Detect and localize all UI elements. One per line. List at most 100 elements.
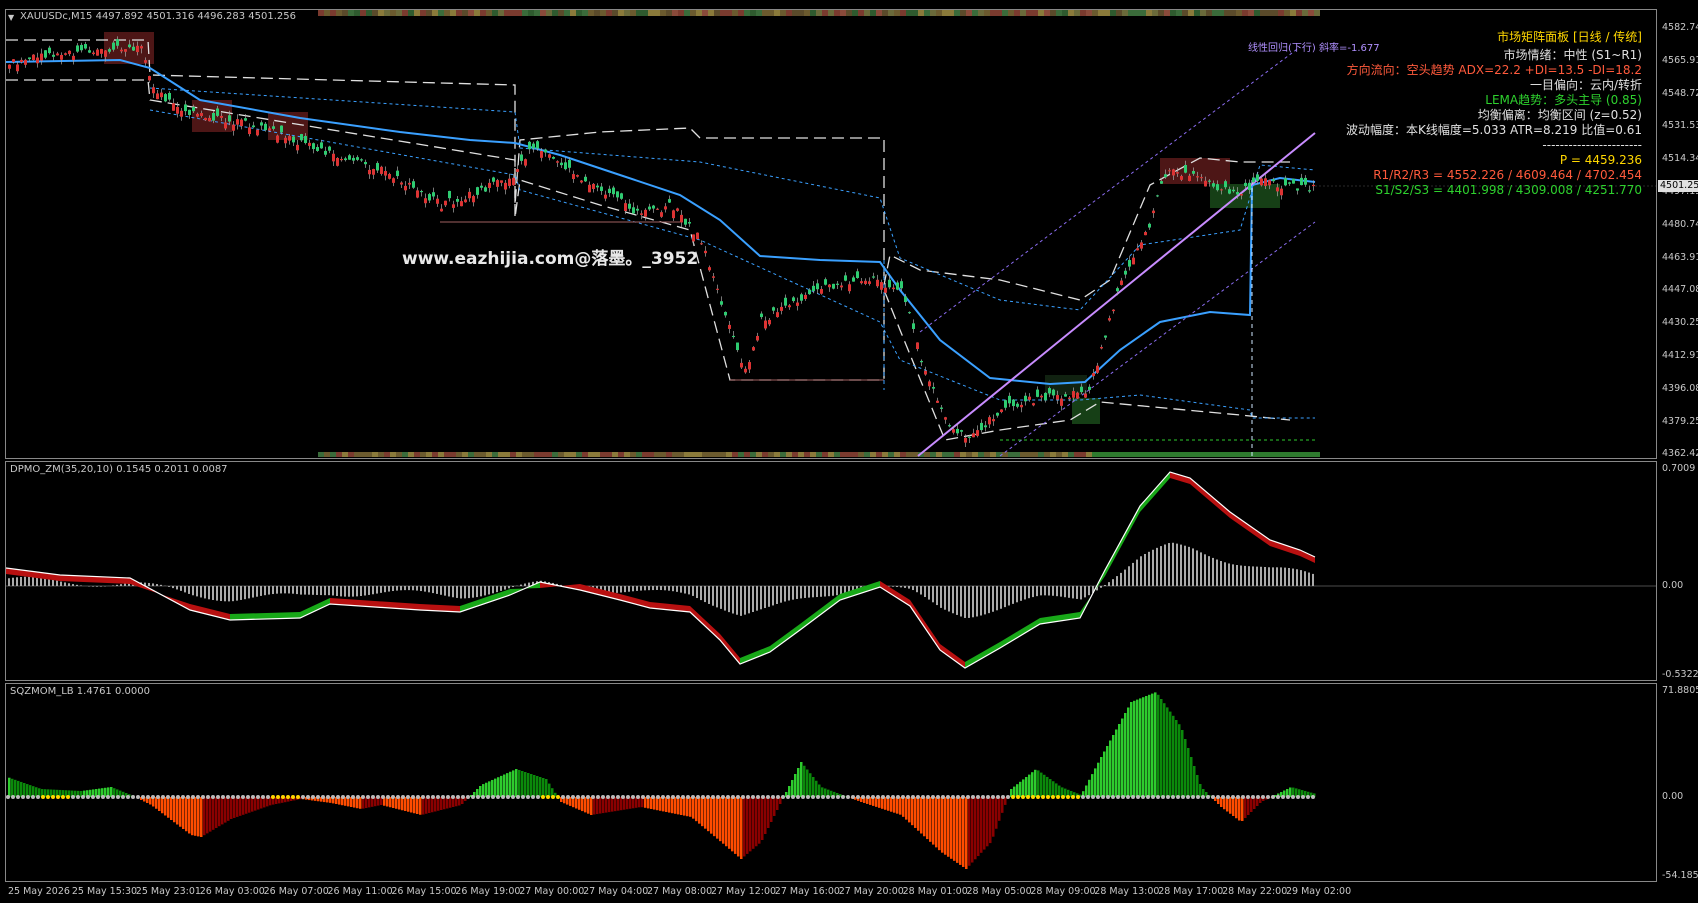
squeeze-dot xyxy=(536,795,540,799)
candle xyxy=(1144,232,1147,236)
sqz-bar xyxy=(602,797,605,814)
time-tick: 28 May 17:00 xyxy=(1158,886,1224,897)
sqz-bar xyxy=(674,797,677,814)
heat-strip-top xyxy=(564,10,570,16)
squeeze-dot xyxy=(961,795,965,799)
sqz-bar xyxy=(704,797,707,829)
candle xyxy=(568,159,571,168)
symbol-dropdown-icon[interactable]: ▼ xyxy=(8,13,14,22)
sqz-bar xyxy=(1157,694,1160,797)
candle xyxy=(900,281,903,289)
candle xyxy=(708,267,711,271)
dpmo-histogram-bar xyxy=(816,586,818,598)
candle xyxy=(788,305,791,308)
heat-strip-top xyxy=(1062,10,1068,16)
squeeze-dot xyxy=(781,795,785,799)
heat-strip-bottom xyxy=(1158,452,1164,457)
dpmo-histogram-bar xyxy=(188,586,190,594)
candle xyxy=(264,123,267,131)
heat-strip-bottom xyxy=(786,452,792,457)
squeeze-dot xyxy=(566,795,570,799)
sqz-bar xyxy=(620,797,623,811)
dpmo-histogram-bar xyxy=(1072,586,1074,599)
candle xyxy=(656,208,659,210)
squeeze-dot xyxy=(996,795,1000,799)
heat-strip-top xyxy=(498,10,504,16)
heat-strip-top xyxy=(1290,10,1296,16)
heat-strip-top xyxy=(1104,10,1110,16)
price-tick: 4565.910 xyxy=(1662,54,1698,66)
candle xyxy=(420,190,423,193)
squeeze-dot xyxy=(1166,795,1170,799)
sqz-bar xyxy=(770,797,773,822)
squeeze-dot xyxy=(196,795,200,799)
candle xyxy=(604,194,607,199)
squeeze-dot xyxy=(216,795,220,799)
candle xyxy=(932,387,935,389)
sqz-bar xyxy=(956,797,959,863)
squeeze-dot xyxy=(466,795,470,799)
sqz-bar xyxy=(251,797,254,812)
candle xyxy=(816,283,819,290)
squeeze-dot xyxy=(1161,795,1165,799)
sqz-bar xyxy=(911,797,914,826)
heat-strip-top xyxy=(1296,10,1302,16)
heat-strip-bottom xyxy=(408,452,414,457)
candle xyxy=(1188,175,1191,182)
heat-strip-bottom xyxy=(1254,452,1260,457)
squeeze-dot xyxy=(756,795,760,799)
dpmo-histogram-bar xyxy=(784,586,786,602)
heat-strip-bottom xyxy=(390,452,396,457)
squeeze-dot xyxy=(776,795,780,799)
candle xyxy=(248,127,251,135)
dpmo-label: DPMO_ZM(35,20,10) 0.1545 0.2011 0.0087 xyxy=(10,464,228,475)
sqz-bar xyxy=(209,797,212,832)
squeeze-dot xyxy=(1031,795,1035,799)
heat-strip-bottom xyxy=(876,452,882,457)
candle xyxy=(600,186,603,191)
squeeze-dot xyxy=(991,795,995,799)
dpmo-histogram-bar xyxy=(408,586,410,591)
sqz-bar xyxy=(29,785,32,797)
dpmo-histogram-bar xyxy=(896,586,898,587)
dpmo-histogram-bar xyxy=(1180,544,1182,586)
squeeze-dot xyxy=(591,795,595,799)
heat-strip-top xyxy=(606,10,612,16)
candle xyxy=(256,129,259,136)
sqz-bar xyxy=(530,774,533,797)
squeeze-dot xyxy=(666,795,670,799)
squeeze-dot xyxy=(881,795,885,799)
candle xyxy=(1140,242,1143,249)
squeeze-dot xyxy=(336,795,340,799)
sqz-bar xyxy=(536,776,539,797)
price-chart[interactable] xyxy=(5,10,1656,457)
heat-strip-top xyxy=(1272,10,1278,16)
sqz-bar xyxy=(665,797,668,812)
candle xyxy=(1060,398,1063,406)
heat-strip-top xyxy=(1194,10,1200,16)
sqz-bar xyxy=(1244,797,1247,818)
heat-strip-bottom xyxy=(354,452,360,457)
dpmo-histogram-bar xyxy=(172,586,174,589)
candle xyxy=(372,169,375,175)
sqz-bar xyxy=(596,797,599,815)
candle xyxy=(312,143,315,150)
candle xyxy=(388,174,391,179)
dpmo-histogram-bar xyxy=(984,586,986,615)
sqz-bar xyxy=(767,797,770,828)
heat-strip-bottom xyxy=(894,452,900,457)
squeeze-dot xyxy=(541,795,545,799)
dpmo-histogram-bar xyxy=(776,586,778,604)
heat-strip-bottom xyxy=(414,452,420,457)
dpmo-histogram-bar xyxy=(360,586,362,597)
sqz-bar xyxy=(932,797,935,845)
squeeze-dot xyxy=(111,795,115,799)
candle xyxy=(1152,210,1155,214)
time-tick: 25 May 23:01 xyxy=(135,886,201,897)
candle xyxy=(1004,400,1007,408)
candle xyxy=(1200,177,1203,179)
heat-strip-top xyxy=(546,10,552,16)
squeeze-dot xyxy=(656,795,660,799)
heat-strip-bottom xyxy=(630,452,636,457)
heat-strip-bottom xyxy=(1020,452,1026,457)
